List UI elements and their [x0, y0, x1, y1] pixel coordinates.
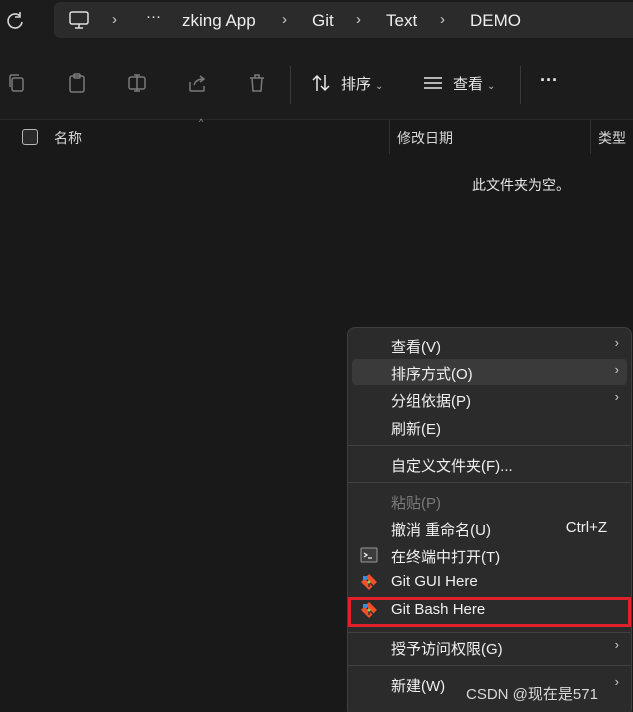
chevron-right-icon: › [356, 11, 361, 28]
refresh-icon[interactable] [4, 10, 26, 32]
chevron-right-icon: › [282, 11, 287, 28]
menu-item-label: Git GUI Here [391, 573, 478, 590]
share-icon[interactable] [186, 72, 208, 94]
rename-icon[interactable] [126, 72, 148, 94]
menu-item-label: 刷新(E) [391, 421, 441, 438]
menu-item-label: 撤消 重命名(U) [391, 522, 491, 539]
menu-item-shortcut: Ctrl+Z [565, 519, 607, 536]
more-crumbs-button[interactable]: ··· [146, 8, 161, 25]
menu-item-paste: 粘贴(P) [352, 488, 627, 514]
toolbar-divider [520, 66, 521, 104]
select-all-checkbox[interactable] [22, 129, 38, 145]
menu-item-customize-folder[interactable]: 自定义文件夹(F)... [352, 451, 627, 477]
menu-divider [348, 445, 631, 446]
column-divider[interactable] [590, 120, 591, 154]
view-button[interactable]: 查看 ⌄ [453, 73, 495, 94]
column-name[interactable]: 名称 [54, 128, 82, 148]
address-bar-row: › ··· zking App › Git › Text › DEMO [0, 0, 633, 44]
menu-item-sort-by[interactable]: 排序方式(O) › [352, 359, 627, 385]
menu-item-git-gui-here[interactable]: Git GUI Here [352, 569, 627, 595]
menu-divider [348, 665, 631, 666]
copy-icon[interactable] [6, 72, 28, 94]
crumb-zking-app[interactable]: zking App [182, 11, 256, 31]
sort-icon [312, 74, 330, 92]
view-label: 查看 [453, 76, 484, 93]
annotation-highlight-box [348, 597, 631, 627]
paste-icon[interactable] [66, 72, 88, 94]
sort-label: 排序 [341, 76, 372, 93]
menu-item-label: 自定义文件夹(F)... [391, 458, 513, 475]
menu-item-label: 分组依据(P) [391, 393, 471, 410]
crumb-text[interactable]: Text [386, 11, 417, 31]
menu-divider [348, 482, 631, 483]
crumb-demo[interactable]: DEMO [470, 11, 521, 31]
delete-icon[interactable] [246, 72, 268, 94]
menu-item-label: 在终端中打开(T) [391, 549, 501, 566]
column-divider[interactable] [389, 120, 390, 154]
more-options-button[interactable]: ··· [540, 70, 558, 91]
command-bar: 排序 ⌄ 查看 ⌄ ··· [0, 44, 633, 120]
sort-button[interactable]: 排序 ⌄ [341, 73, 383, 94]
chevron-right-icon: › [614, 637, 619, 652]
toolbar-divider [290, 66, 291, 104]
chevron-right-icon: › [614, 389, 619, 404]
chevron-right-icon: › [614, 674, 619, 689]
terminal-icon [360, 547, 378, 563]
git-icon [361, 574, 377, 590]
chevron-right-icon: › [440, 11, 445, 28]
menu-item-undo-rename[interactable]: 撤消 重命名(U) Ctrl+Z [352, 515, 627, 541]
menu-divider [348, 632, 631, 633]
menu-item-label: 授予访问权限(G) [391, 641, 503, 658]
view-icon [424, 77, 442, 89]
chevron-right-icon: › [112, 11, 117, 28]
menu-item-refresh[interactable]: 刷新(E) [352, 414, 627, 440]
this-pc-icon[interactable] [68, 10, 90, 30]
column-type[interactable]: 类型 [598, 128, 626, 148]
menu-item-label: 排序方式(O) [391, 366, 473, 383]
menu-item-label: 新建(W) [391, 678, 446, 695]
menu-item-label: 查看(V) [391, 339, 441, 356]
menu-item-give-access[interactable]: 授予访问权限(G) › [352, 634, 627, 660]
menu-item-label: 粘贴(P) [391, 495, 441, 512]
empty-folder-message: 此文件夹为空。 [472, 177, 570, 193]
watermark-text: CSDN @现在是571 [466, 686, 598, 703]
crumb-git[interactable]: Git [312, 11, 334, 31]
chevron-right-icon: › [614, 362, 619, 377]
menu-item-view[interactable]: 查看(V) › [352, 332, 627, 358]
sort-indicator-icon: ^ [199, 117, 204, 127]
column-header: ^ 名称 修改日期 类型 [0, 117, 633, 154]
breadcrumb[interactable]: › ··· zking App › Git › Text › DEMO [54, 2, 633, 38]
chevron-down-icon: ⌄ [375, 81, 384, 92]
chevron-right-icon: › [614, 335, 619, 350]
column-modified[interactable]: 修改日期 [397, 128, 453, 148]
chevron-down-icon: ⌄ [487, 81, 496, 92]
context-menu: 查看(V) › 排序方式(O) › 分组依据(P) › 刷新(E) 自定义文件夹… [347, 327, 632, 712]
menu-item-open-in-terminal[interactable]: 在终端中打开(T) [352, 542, 627, 568]
menu-item-group-by[interactable]: 分组依据(P) › [352, 386, 627, 412]
